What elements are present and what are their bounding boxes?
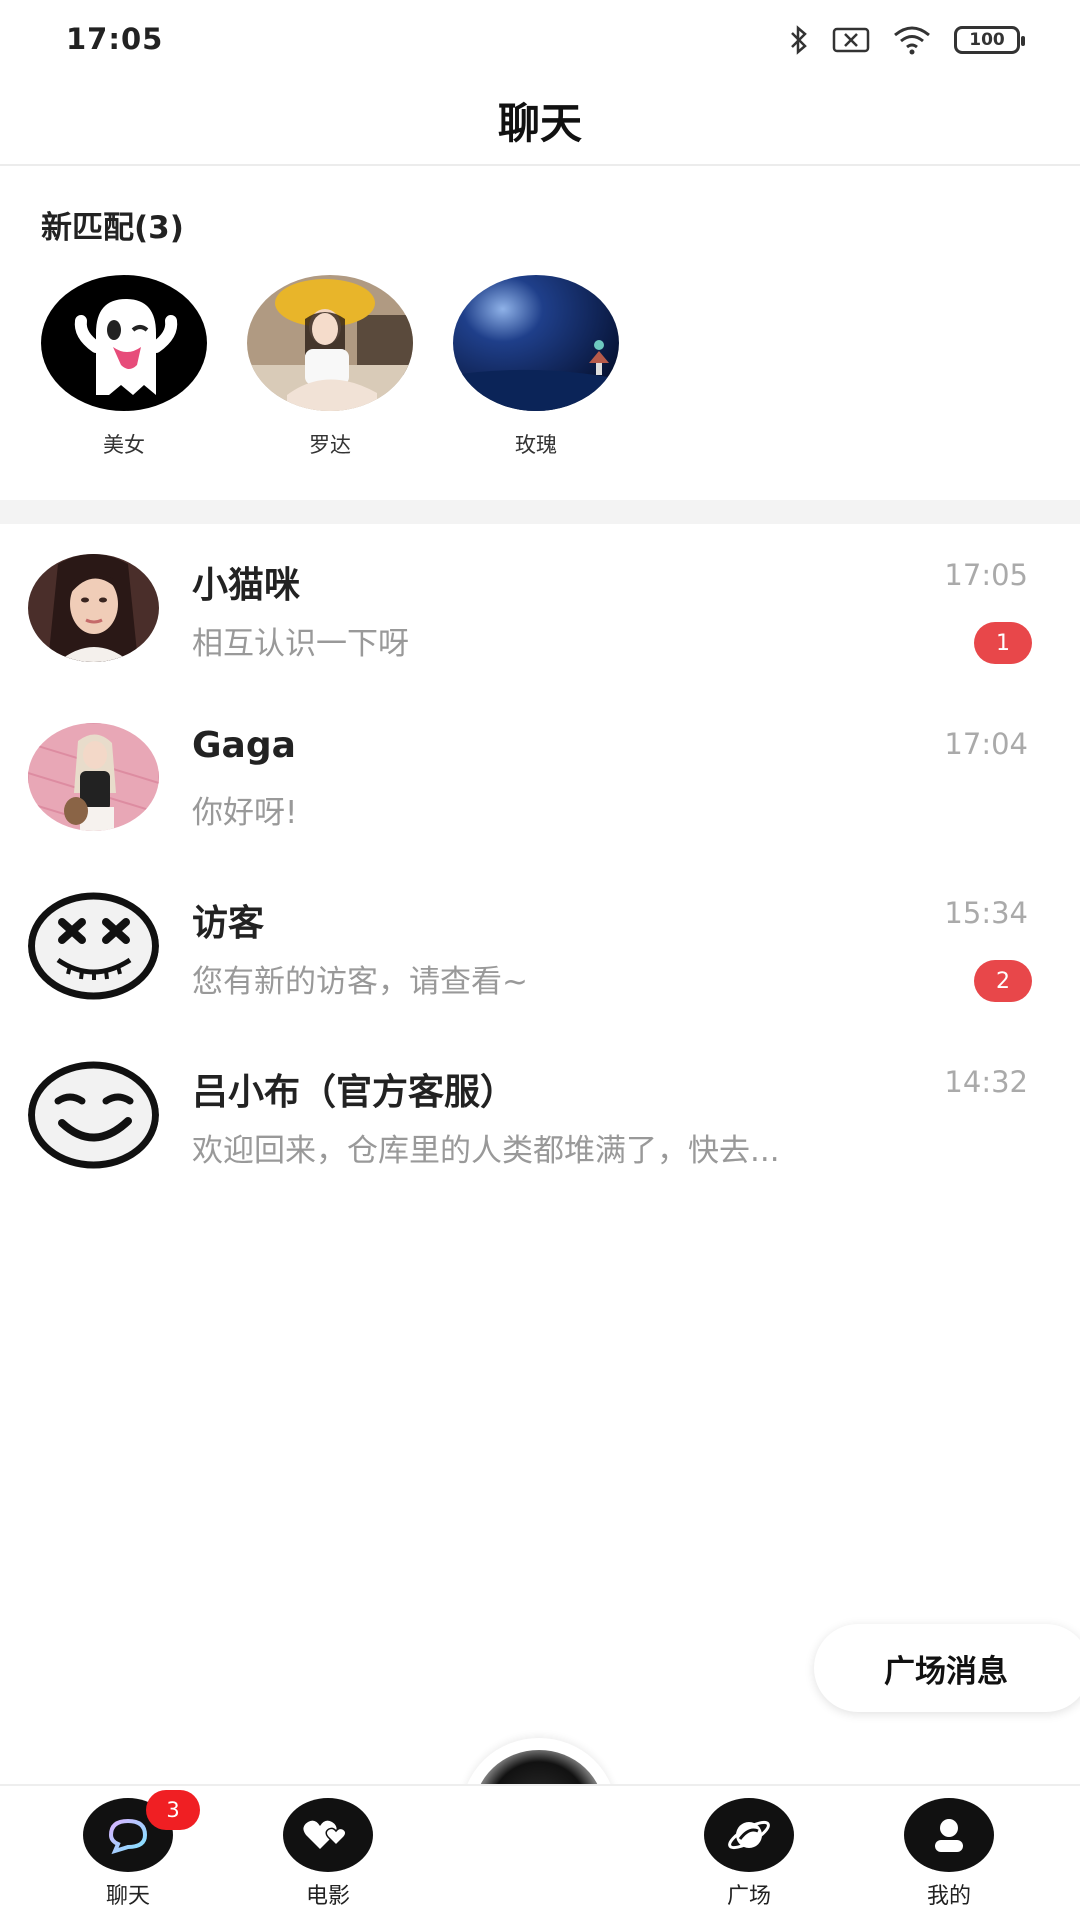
conversation-item[interactable]: 小猫咪 相互认识一下呀 17:05 1 xyxy=(0,524,1080,693)
unread-badge: 2 xyxy=(974,960,1032,1002)
nav-tab-plaza[interactable]: 广场 xyxy=(689,1798,809,1910)
planet-icon xyxy=(704,1798,794,1872)
girl-photo-avatar xyxy=(247,275,413,411)
ghost-emoji-avatar xyxy=(41,275,207,411)
conversation-name: 小猫咪 xyxy=(192,565,301,606)
user-avatar xyxy=(28,554,159,662)
nav-tab-movies[interactable]: 电影 xyxy=(268,1798,388,1910)
match-name: 玫瑰 xyxy=(515,433,557,457)
app-header: 聊天 xyxy=(0,80,1080,166)
hearts-icon xyxy=(283,1798,373,1872)
conversation-time: 17:05 xyxy=(944,558,1028,592)
conversation-time: 15:34 xyxy=(944,896,1028,930)
bottom-navigation: 3 聊天 电影 广场 我的 xyxy=(0,1784,1080,1920)
user-icon xyxy=(904,1798,994,1872)
official-support-avatar xyxy=(28,1061,159,1169)
battery-icon: 100 xyxy=(954,26,1025,54)
nav-tab-profile[interactable]: 我的 xyxy=(889,1798,1009,1910)
status-time: 17:05 xyxy=(66,22,164,56)
nav-label: 电影 xyxy=(305,1884,350,1909)
match-name: 美女 xyxy=(103,433,145,457)
status-icons: 100 xyxy=(788,22,1025,58)
new-matches-section: 新匹配(3) 美女 罗达 玫瑰 xyxy=(0,168,1080,500)
conversation-name: Gaga xyxy=(192,725,296,766)
conversation-time: 14:32 xyxy=(944,1065,1028,1099)
plaza-messages-label: 广场消息 xyxy=(884,1654,1008,1690)
page-title: 聊天 xyxy=(497,99,582,148)
sim-off-icon xyxy=(832,27,870,53)
match-item[interactable]: 美女 xyxy=(41,275,207,459)
match-name: 罗达 xyxy=(309,433,351,457)
conversation-item[interactable]: Gaga 你好呀! 17:04 xyxy=(0,693,1080,862)
conversation-name: 吕小布（官方客服） xyxy=(192,1072,517,1113)
nav-tab-chat[interactable]: 3 聊天 xyxy=(68,1790,200,1910)
conversation-item[interactable]: 吕小布（官方客服） 欢迎回来，仓库里的人类都堆满了，快去... 14:32 xyxy=(0,1031,1080,1200)
match-item[interactable]: 玫瑰 xyxy=(453,275,619,459)
status-bar: 17:05 100 xyxy=(0,0,1080,80)
visitor-avatar xyxy=(28,892,159,1000)
night-sky-avatar xyxy=(453,275,619,411)
nav-label: 我的 xyxy=(926,1884,971,1909)
conversation-preview: 您有新的访客，请查看~ xyxy=(192,964,528,1000)
bluetooth-icon xyxy=(788,25,810,55)
section-divider xyxy=(0,500,1080,524)
user-avatar xyxy=(28,723,159,831)
new-matches-title: 新匹配(3) xyxy=(41,210,184,246)
match-item[interactable]: 罗达 xyxy=(247,275,413,459)
wifi-icon xyxy=(892,25,932,55)
conversation-name: 访客 xyxy=(192,903,265,944)
conversation-preview: 相互认识一下呀 xyxy=(192,626,409,662)
unread-badge: 1 xyxy=(974,622,1032,664)
nav-label: 广场 xyxy=(726,1884,771,1909)
nav-unread-badge: 3 xyxy=(146,1790,200,1830)
conversation-preview: 你好呀! xyxy=(192,795,298,831)
conversation-time: 17:04 xyxy=(944,727,1028,761)
conversation-item[interactable]: 访客 您有新的访客，请查看~ 15:34 2 xyxy=(0,862,1080,1031)
conversation-preview: 欢迎回来，仓库里的人类都堆满了，快去... xyxy=(192,1133,780,1169)
plaza-messages-button[interactable]: 广场消息 xyxy=(814,1624,1080,1712)
nav-label: 聊天 xyxy=(105,1884,150,1909)
